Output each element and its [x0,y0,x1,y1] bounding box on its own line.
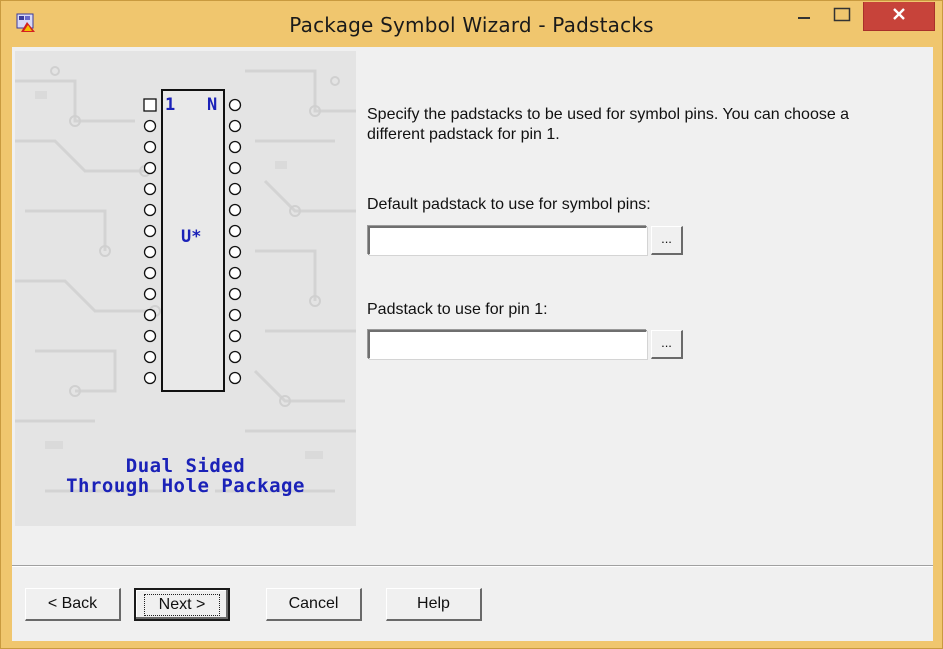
minimize-button[interactable] [791,2,817,32]
close-button[interactable] [863,2,935,31]
pin-pad-left [143,119,157,133]
pin-pad-right [228,245,242,259]
pin1-padstack-browse-button[interactable]: ... [651,330,683,359]
next-button[interactable]: Next > [134,588,230,621]
help-button[interactable]: Help [386,588,482,621]
help-button-label: Help [417,595,450,612]
pin-pad-left [143,371,157,385]
pin-pad-right [228,308,242,322]
wizard-body: 1 N U* Dual Sided Through Hole Package S… [12,47,933,641]
pin-pad-right [228,224,242,238]
pin-pad-left [143,329,157,343]
next-button-label: Next > [143,593,221,616]
pin-pad-left [143,308,157,322]
pin-pad-right [228,350,242,364]
caption-line-2: Through Hole Package [66,475,305,497]
pin-pad-right [228,266,242,280]
pinN-label: N [207,95,217,115]
package-illustration: 1 N U* Dual Sided Through Hole Package [15,51,356,526]
pin-pad-left [143,140,157,154]
caption-line-1: Dual Sided [125,455,246,477]
pin-pad-right [228,329,242,343]
back-button-label: < Back [47,595,98,612]
pin-pad-left [143,203,157,217]
wizard-window: Package Symbol Wizard - Padstacks 1 N U*… [0,0,943,649]
package-caption: Dual Sided Through Hole Package [15,456,356,496]
default-padstack-label: Default padstack to use for symbol pins: [367,196,651,213]
pin1-label: 1 [165,95,175,115]
pin-pad-left [143,287,157,301]
button-separator [12,565,933,567]
close-icon [891,6,907,27]
back-button[interactable]: < Back [25,588,121,621]
pin-pad-right [228,182,242,196]
maximize-button[interactable] [827,2,857,32]
pin-pad-left [143,224,157,238]
instructions-text: Specify the padstacks to be used for sym… [367,106,850,143]
cancel-button-label: Cancel [288,595,339,612]
pin-1-square-pad [143,98,157,112]
pin-pad-right [228,140,242,154]
cancel-button[interactable]: Cancel [266,588,362,621]
pin-pad-left [143,350,157,364]
pin-pad-left [143,266,157,280]
pin-pad-right [228,98,242,112]
pin-pad-left [143,161,157,175]
default-padstack-browse-button[interactable]: ... [651,226,683,255]
pin-pad-right [228,119,242,133]
maximize-icon [833,7,851,28]
pin-pad-right [228,161,242,175]
pin-pad-right [228,371,242,385]
pin-pad-right [228,203,242,217]
pin-pad-left [143,182,157,196]
refdes-label: U* [181,227,201,247]
pin-pad-left [143,245,157,259]
minimize-icon [797,8,811,27]
default-padstack-input[interactable] [368,226,647,255]
title-bar[interactable]: Package Symbol Wizard - Padstacks [1,1,942,47]
pin-pad-right [228,287,242,301]
pin1-padstack-label: Padstack to use for pin 1: [367,301,548,318]
pin1-padstack-input[interactable] [368,330,647,359]
